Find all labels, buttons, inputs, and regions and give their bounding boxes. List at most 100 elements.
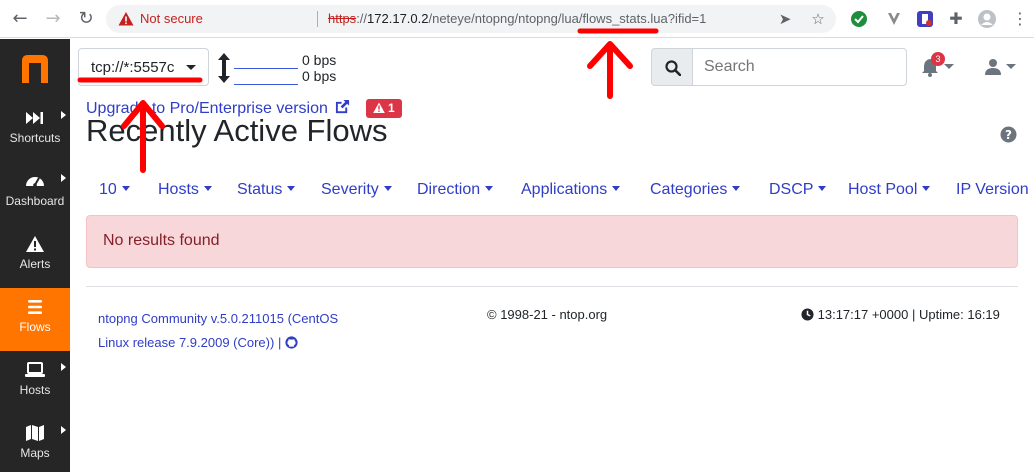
- traffic-updown-icon: [218, 53, 230, 83]
- url-scheme: https: [328, 11, 357, 26]
- sidebar-item-label: Maps: [20, 446, 50, 460]
- profile-icon[interactable]: [977, 9, 997, 29]
- security-label: Not secure: [140, 11, 203, 26]
- back-icon[interactable]: ←: [10, 9, 30, 29]
- filter-direction[interactable]: Direction: [417, 181, 494, 199]
- filter-label: Applications: [521, 181, 608, 198]
- sidebar-item-flows[interactable]: Flows: [0, 288, 70, 351]
- extension-v-icon[interactable]: [884, 9, 904, 29]
- address-bar[interactable]: Not secure https://172.17.0.2/neteye/nto…: [106, 5, 836, 33]
- caret-down-icon: [186, 65, 196, 70]
- map-icon: [26, 425, 44, 441]
- search-icon: [665, 60, 681, 76]
- svg-text:?: ?: [1005, 128, 1012, 142]
- browser-toolbar: ← → ↻ Not secure https://172.17.0.2/nete…: [0, 0, 1034, 38]
- user-icon[interactable]: [984, 58, 1002, 76]
- filter-hosts[interactable]: Hosts: [158, 181, 212, 199]
- chevron-right-icon: [61, 111, 66, 119]
- filter-page-size[interactable]: 10: [99, 181, 130, 199]
- fast-forward-icon: [26, 112, 43, 124]
- annotation-arrowhead-url: [587, 41, 633, 69]
- filter-severity[interactable]: Severity: [321, 181, 392, 199]
- filter-ip-version[interactable]: IP Version: [956, 181, 1034, 199]
- filter-host-pool[interactable]: Host Pool: [848, 181, 931, 199]
- sidebar: Shortcuts Dashboard Alerts Flows Hosts M…: [0, 39, 70, 472]
- upload-rate: 0 bps: [302, 52, 337, 68]
- filter-label: Hosts: [158, 181, 199, 198]
- divider: [86, 286, 1018, 287]
- ntopng-logo[interactable]: [0, 39, 70, 99]
- sidebar-item-label: Flows: [19, 320, 51, 334]
- star-icon[interactable]: ☆: [809, 10, 827, 28]
- page-title: Recently Active Flows: [86, 113, 388, 148]
- download-sparkline: [234, 84, 298, 85]
- caret-down-icon: [121, 186, 130, 191]
- github-icon[interactable]: [285, 336, 298, 349]
- divider: [317, 11, 318, 27]
- upload-sparkline: [234, 68, 298, 69]
- filter-status[interactable]: Status: [237, 181, 296, 199]
- sidebar-item-label: Hosts: [19, 383, 51, 397]
- no-results-alert: No results found: [86, 215, 1018, 268]
- filter-applications[interactable]: Applications: [521, 181, 621, 199]
- filter-label: Direction: [417, 181, 481, 198]
- uptime: | Uptime: 16:19: [908, 307, 1000, 322]
- interface-label: tcp://*:5557c: [91, 59, 175, 76]
- forward-icon[interactable]: →: [43, 9, 63, 29]
- interface-select[interactable]: tcp://*:5557c: [78, 48, 209, 86]
- url-separator: ://: [356, 11, 368, 26]
- sidebar-item-shortcuts[interactable]: Shortcuts: [0, 99, 70, 162]
- sidebar-item-label: Shortcuts: [9, 131, 61, 145]
- kebab-menu-icon[interactable]: ⋮: [1010, 9, 1030, 29]
- caret-down-icon: [287, 186, 296, 191]
- clock-icon: [801, 308, 814, 321]
- extension-shield-icon[interactable]: [849, 9, 869, 29]
- laptop-icon: [25, 362, 45, 377]
- caret-down-icon: [922, 186, 931, 191]
- footer-version: ntopng Community v.5.0.211015 (CentOS Li…: [98, 307, 368, 355]
- search-input[interactable]: [692, 48, 907, 86]
- chevron-right-icon: [61, 426, 66, 434]
- sidebar-item-maps[interactable]: Maps: [0, 414, 70, 472]
- warning-icon: [26, 236, 44, 252]
- list-icon: [28, 300, 42, 314]
- reload-icon[interactable]: ↻: [76, 9, 96, 29]
- url-host: 172.17.0.2: [367, 11, 429, 26]
- caret-down-icon: [1006, 64, 1016, 69]
- filter-label: Categories: [650, 181, 728, 198]
- sidebar-item-dashboard[interactable]: Dashboard: [0, 162, 70, 225]
- sidebar-item-label: Alerts: [19, 257, 51, 271]
- sidebar-item-alerts[interactable]: Alerts: [0, 225, 70, 288]
- footer-separator: |: [274, 335, 285, 350]
- filter-label: 10: [99, 181, 117, 198]
- external-link-icon: [336, 99, 350, 114]
- filter-label: IP Version: [956, 181, 1029, 198]
- sidebar-item-label: Dashboard: [5, 194, 65, 208]
- puzzle-icon[interactable]: ✚: [946, 9, 966, 29]
- caret-down-icon: [485, 186, 494, 191]
- caret-down-icon: [944, 64, 954, 69]
- chevron-right-icon: [61, 363, 66, 371]
- filter-categories[interactable]: Categories: [650, 181, 741, 199]
- help-icon[interactable]: ?: [1000, 126, 1017, 143]
- extension-bookmark-icon[interactable]: [915, 9, 935, 29]
- clock-time: 13:17:17 +0000: [817, 307, 909, 322]
- search-button[interactable]: [651, 48, 693, 86]
- filter-label: DSCP: [769, 181, 814, 198]
- chevron-right-icon: [61, 174, 66, 182]
- url-path: /neteye/ntopng/ntopng/lua/flows_stats.lu…: [428, 11, 707, 26]
- filter-label: Severity: [321, 181, 379, 198]
- version-link[interactable]: ntopng Community v.5.0.211015 (CentOS: [98, 307, 368, 331]
- filter-dscp[interactable]: DSCP: [769, 181, 827, 199]
- caret-down-icon: [383, 186, 392, 191]
- caret-down-icon: [612, 186, 621, 191]
- caret-down-icon: [818, 186, 827, 191]
- gauge-icon: [26, 177, 44, 187]
- filter-label: Status: [237, 181, 283, 198]
- footer-copyright: © 1998-21 - ntop.org: [487, 307, 608, 322]
- sidebar-item-hosts[interactable]: Hosts: [0, 351, 70, 414]
- version-link-cont[interactable]: Linux release 7.9.2009 (Core)): [98, 335, 274, 350]
- notification-count-badge: 3: [931, 52, 945, 66]
- send-icon[interactable]: ➤: [776, 10, 794, 28]
- alert-count: 1: [388, 101, 395, 115]
